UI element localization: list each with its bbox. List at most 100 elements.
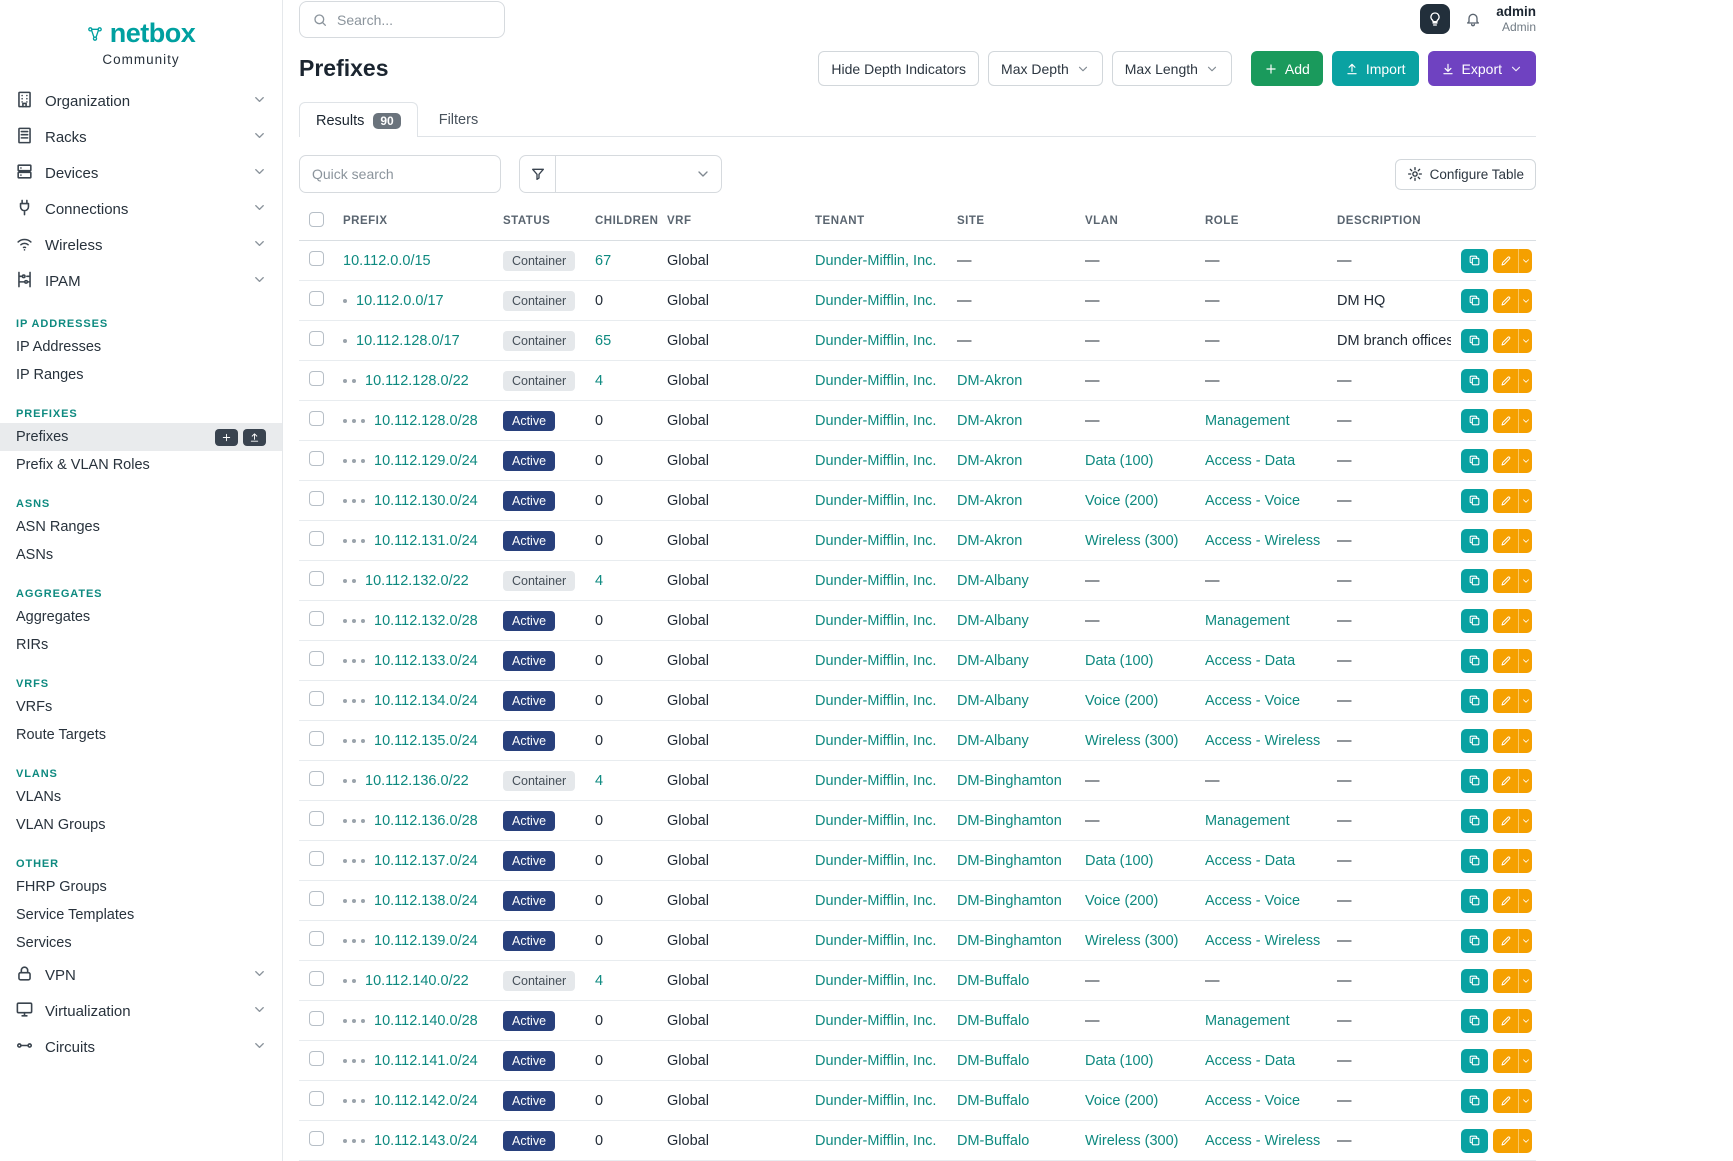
- sidebar-item-ip-ranges[interactable]: IP Ranges: [0, 361, 282, 389]
- prefix-link[interactable]: 10.112.129.0/24: [374, 453, 478, 469]
- row-checkbox[interactable]: [309, 731, 324, 746]
- edit-button[interactable]: [1493, 609, 1518, 633]
- sidebar-item-ip-addresses[interactable]: IP Addresses: [0, 333, 282, 361]
- row-checkbox[interactable]: [309, 291, 324, 306]
- vlan-link[interactable]: Voice (200): [1085, 693, 1158, 709]
- copy-button[interactable]: [1461, 449, 1488, 473]
- role-link[interactable]: Access - Data: [1205, 1053, 1295, 1069]
- sidebar-group-virtualization[interactable]: Virtualization: [0, 993, 282, 1029]
- add-button[interactable]: Add: [1251, 51, 1323, 86]
- edit-button[interactable]: [1493, 889, 1518, 913]
- sidebar-group-ipam[interactable]: IPAM: [0, 263, 282, 299]
- edit-button[interactable]: [1493, 769, 1518, 793]
- copy-button[interactable]: [1461, 1049, 1488, 1073]
- sidebar-item-vlans[interactable]: VLANs: [0, 783, 282, 811]
- vlan-link[interactable]: Voice (200): [1085, 893, 1158, 909]
- copy-button[interactable]: [1461, 689, 1488, 713]
- prefix-link[interactable]: 10.112.137.0/24: [374, 853, 478, 869]
- edit-dropdown-button[interactable]: [1518, 289, 1532, 313]
- prefix-link[interactable]: 10.112.136.0/28: [374, 813, 478, 829]
- edit-dropdown-button[interactable]: [1518, 409, 1532, 433]
- edit-dropdown-button[interactable]: [1518, 1009, 1532, 1033]
- vlan-link[interactable]: Voice (200): [1085, 1093, 1158, 1109]
- tenant-link[interactable]: Dunder-Mifflin, Inc.: [815, 453, 936, 469]
- site-link[interactable]: DM-Binghamton: [957, 933, 1062, 949]
- edit-button[interactable]: [1493, 1049, 1518, 1073]
- site-link[interactable]: DM-Albany: [957, 693, 1029, 709]
- max-depth-dropdown[interactable]: Max Depth: [988, 51, 1103, 86]
- tenant-link[interactable]: Dunder-Mifflin, Inc.: [815, 373, 936, 389]
- role-link[interactable]: Access - Voice: [1205, 1093, 1300, 1109]
- site-link[interactable]: DM-Akron: [957, 373, 1022, 389]
- tenant-link[interactable]: Dunder-Mifflin, Inc.: [815, 1093, 936, 1109]
- column-header-role[interactable]: Role: [1197, 201, 1329, 241]
- row-checkbox[interactable]: [309, 931, 324, 946]
- role-link[interactable]: Access - Voice: [1205, 893, 1300, 909]
- tenant-link[interactable]: Dunder-Mifflin, Inc.: [815, 573, 936, 589]
- edit-button[interactable]: [1493, 929, 1518, 953]
- edit-dropdown-button[interactable]: [1518, 1129, 1532, 1153]
- prefix-link[interactable]: 10.112.136.0/22: [365, 773, 469, 789]
- edit-dropdown-button[interactable]: [1518, 1049, 1532, 1073]
- row-checkbox[interactable]: [309, 651, 324, 666]
- copy-button[interactable]: [1461, 649, 1488, 673]
- edit-button[interactable]: [1493, 1129, 1518, 1153]
- role-link[interactable]: Access - Data: [1205, 453, 1295, 469]
- edit-button[interactable]: [1493, 809, 1518, 833]
- copy-button[interactable]: [1461, 1009, 1488, 1033]
- copy-button[interactable]: [1461, 489, 1488, 513]
- tab-filters[interactable]: Filters: [422, 102, 495, 136]
- edit-dropdown-button[interactable]: [1518, 529, 1532, 553]
- edit-button[interactable]: [1493, 249, 1518, 273]
- edit-button[interactable]: [1493, 569, 1518, 593]
- sidebar-item-vlan-groups[interactable]: VLAN Groups: [0, 811, 282, 839]
- column-header-status[interactable]: Status: [495, 201, 587, 241]
- filter-button[interactable]: [519, 155, 556, 193]
- row-checkbox[interactable]: [309, 1011, 324, 1026]
- column-header-prefix[interactable]: Prefix: [335, 201, 495, 241]
- edit-dropdown-button[interactable]: [1518, 249, 1532, 273]
- row-checkbox[interactable]: [309, 811, 324, 826]
- row-checkbox[interactable]: [309, 251, 324, 266]
- sidebar-item-asns[interactable]: ASNs: [0, 541, 282, 569]
- prefix-link[interactable]: 10.112.0.0/17: [356, 293, 444, 309]
- sidebar-item-vrfs[interactable]: VRFs: [0, 693, 282, 721]
- column-header-tenant[interactable]: Tenant: [807, 201, 949, 241]
- edit-dropdown-button[interactable]: [1518, 929, 1532, 953]
- column-header-children[interactable]: Children: [587, 201, 659, 241]
- tenant-link[interactable]: Dunder-Mifflin, Inc.: [815, 413, 936, 429]
- edit-dropdown-button[interactable]: [1518, 889, 1532, 913]
- sidebar-item-asn-ranges[interactable]: ASN Ranges: [0, 513, 282, 541]
- tenant-link[interactable]: Dunder-Mifflin, Inc.: [815, 1013, 936, 1029]
- vlan-link[interactable]: Data (100): [1085, 853, 1154, 869]
- edit-button[interactable]: [1493, 529, 1518, 553]
- edit-dropdown-button[interactable]: [1518, 689, 1532, 713]
- role-link[interactable]: Access - Wireless: [1205, 533, 1320, 549]
- copy-button[interactable]: [1461, 1089, 1488, 1113]
- sidebar-item-rirs[interactable]: RIRs: [0, 631, 282, 659]
- tenant-link[interactable]: Dunder-Mifflin, Inc.: [815, 493, 936, 509]
- copy-button[interactable]: [1461, 409, 1488, 433]
- sidebar-item-fhrp-groups[interactable]: FHRP Groups: [0, 873, 282, 901]
- prefix-link[interactable]: 10.112.134.0/24: [374, 693, 478, 709]
- site-link[interactable]: DM-Akron: [957, 453, 1022, 469]
- saved-filter-select[interactable]: [556, 155, 722, 193]
- row-checkbox[interactable]: [309, 491, 324, 506]
- role-link[interactable]: Access - Wireless: [1205, 733, 1320, 749]
- role-link[interactable]: Access - Data: [1205, 653, 1295, 669]
- role-link[interactable]: Access - Wireless: [1205, 933, 1320, 949]
- tenant-link[interactable]: Dunder-Mifflin, Inc.: [815, 773, 936, 789]
- edit-button[interactable]: [1493, 449, 1518, 473]
- vlan-link[interactable]: Wireless (300): [1085, 933, 1178, 949]
- copy-button[interactable]: [1461, 729, 1488, 753]
- edit-dropdown-button[interactable]: [1518, 609, 1532, 633]
- vlan-link[interactable]: Data (100): [1085, 653, 1154, 669]
- row-checkbox[interactable]: [309, 1091, 324, 1106]
- copy-button[interactable]: [1461, 969, 1488, 993]
- tenant-link[interactable]: Dunder-Mifflin, Inc.: [815, 253, 936, 269]
- site-link[interactable]: DM-Albany: [957, 573, 1029, 589]
- tenant-link[interactable]: Dunder-Mifflin, Inc.: [815, 533, 936, 549]
- prefix-link[interactable]: 10.112.132.0/22: [365, 573, 469, 589]
- column-header-vlan[interactable]: VLAN: [1077, 201, 1197, 241]
- row-checkbox[interactable]: [309, 1051, 324, 1066]
